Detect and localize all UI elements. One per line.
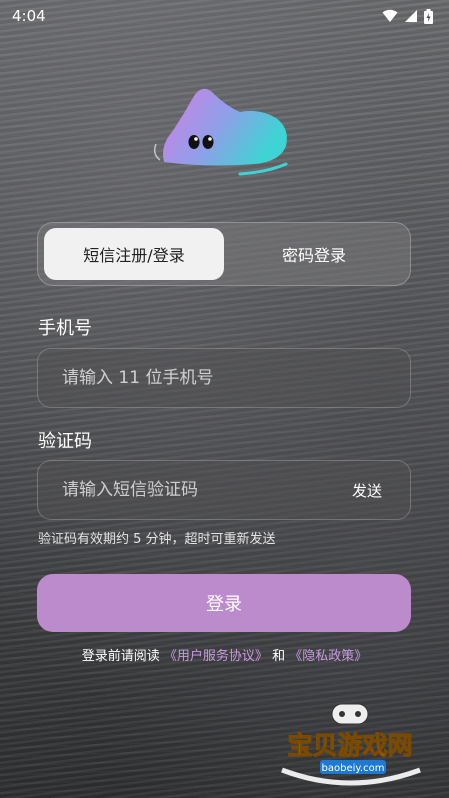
code-field: 发送 bbox=[37, 460, 411, 520]
agreement-and: 和 bbox=[272, 649, 286, 664]
tab-password-login[interactable]: 密码登录 bbox=[224, 228, 404, 280]
agreement-prefix: 登录前请阅读 bbox=[81, 649, 160, 664]
mascot-logo-icon bbox=[153, 88, 288, 176]
code-hint: 验证码有效期约 5 分钟，超时可重新发送 bbox=[38, 532, 276, 547]
privacy-link[interactable]: 《隐私政策》 bbox=[289, 649, 367, 664]
status-bar: 4:04 bbox=[0, 0, 449, 32]
status-icons bbox=[382, 8, 433, 24]
code-label: 验证码 bbox=[38, 431, 92, 452]
watermark-title: 宝贝游戏网 bbox=[287, 731, 412, 760]
tab-sms-login[interactable]: 短信注册/登录 bbox=[44, 228, 224, 280]
send-code-button[interactable]: 发送 bbox=[352, 480, 386, 501]
phone-field bbox=[37, 348, 411, 408]
watermark-logo: 宝贝游戏网 baobeiy.com bbox=[281, 703, 421, 786]
login-button[interactable]: 登录 bbox=[37, 574, 411, 632]
code-input[interactable] bbox=[62, 480, 352, 500]
phone-input[interactable] bbox=[62, 368, 386, 388]
watermark-url: baobeiy.com bbox=[322, 763, 385, 774]
phone-label: 手机号 bbox=[38, 318, 92, 339]
status-time: 4:04 bbox=[12, 7, 46, 25]
login-mode-tabs: 短信注册/登录 密码登录 bbox=[37, 222, 411, 286]
battery-icon bbox=[424, 8, 433, 24]
terms-link[interactable]: 《用户服务协议》 bbox=[164, 649, 268, 664]
wifi-icon bbox=[382, 9, 398, 22]
signal-icon bbox=[405, 10, 417, 22]
agreement-text: 登录前请阅读 《用户服务协议》 和 《隐私政策》 bbox=[0, 645, 449, 664]
